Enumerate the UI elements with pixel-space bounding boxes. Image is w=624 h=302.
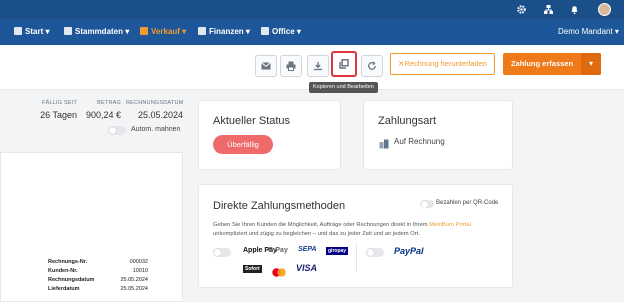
print-icon [286, 61, 296, 71]
nav-mandant[interactable]: Demo Mandant ▾ [558, 19, 619, 45]
nav-finanzen[interactable]: Finanzen ▾ [198, 19, 250, 45]
date-value: 25.05.2024 [137, 110, 183, 120]
mail-icon [261, 62, 271, 70]
giropay-logo: giropay [326, 247, 349, 255]
record-payment-button[interactable]: Zahlung erfassen [503, 53, 581, 75]
payment-toggle-1[interactable] [213, 248, 231, 257]
top-bar [0, 0, 624, 19]
payment-method-card [363, 100, 513, 170]
mail-button[interactable] [255, 55, 277, 77]
status-badge: Überfällig [213, 135, 273, 154]
due-value: 26 Tagen [40, 110, 77, 120]
person-icon [64, 27, 72, 35]
home-icon [14, 27, 22, 35]
portal-link[interactable]: MeinBüro Portal [429, 222, 471, 228]
bank-icon [198, 27, 206, 35]
google-pay-logo: G Pay [268, 247, 288, 254]
doc-value: 25.05.2024 [120, 277, 148, 283]
download-invoice-button[interactable]: ✕Rechnung herunterladen [390, 53, 495, 75]
sitemap-icon[interactable] [543, 4, 554, 15]
auto-reminder-label: Autom. mahnen [131, 126, 181, 133]
qr-code-toggle[interactable] [420, 200, 434, 208]
bank-icon [379, 136, 389, 154]
date-label: RECHNUNGSDATUM [126, 100, 184, 106]
doc-value: 10010 [132, 268, 148, 274]
print-button[interactable] [280, 55, 302, 77]
main-nav: Start ▾ Stammdaten ▾ Verkauf ▾ Finanzen … [0, 19, 624, 45]
doc-label: Kunden-Nr. [48, 268, 78, 274]
nav-office[interactable]: Office ▾ [261, 19, 301, 45]
bell-icon[interactable] [569, 4, 580, 15]
user-avatar[interactable] [598, 3, 611, 16]
nav-verkauf[interactable]: Verkauf ▾ [140, 19, 186, 45]
sepa-logo: SEPA [298, 246, 317, 253]
download-button[interactable] [307, 55, 329, 77]
payment-method-title: Zahlungsart [378, 115, 437, 127]
cart-icon [140, 27, 148, 35]
due-label: FÄLLIG SEIT [42, 100, 77, 106]
refresh-icon [368, 61, 376, 70]
gear-icon[interactable] [516, 4, 527, 15]
auto-reminder-toggle[interactable] [108, 126, 126, 135]
doc-label: Rechnungs-Nr. [48, 259, 88, 265]
office-icon [261, 27, 269, 35]
amount-value: 900,24 € [85, 110, 121, 120]
visa-logo: VISA [296, 263, 318, 273]
doc-value: 000032 [129, 259, 148, 265]
copy-edit-icon [339, 59, 349, 69]
payment-method-value: Auf Rechnung [394, 137, 445, 146]
chevron-down-icon[interactable]: ▾ [581, 53, 601, 75]
amount-label: BETRAG [97, 100, 121, 106]
copy-edit-button[interactable] [331, 51, 357, 77]
doc-label: Lieferdatum [48, 286, 80, 292]
download-icon [314, 62, 322, 71]
paypal-toggle[interactable] [366, 248, 384, 257]
tooltip: Kopieren und Bearbeiten [309, 82, 378, 93]
nav-start[interactable]: Start ▾ [14, 19, 49, 45]
paypal-logo: PayPal [394, 246, 424, 256]
refresh-button[interactable] [361, 55, 383, 77]
direct-payment-description: Geben Sie Ihren Kunden die Möglichkeit, … [213, 222, 471, 237]
divider [356, 244, 357, 272]
doc-label: Rechnungsdatum [48, 277, 95, 283]
doc-value: 25.05.2024 [120, 286, 148, 292]
direct-payment-title: Direkte Zahlungsmethoden [213, 200, 346, 212]
mastercard-logo [272, 264, 286, 277]
sofort-logo: Sofort [243, 265, 262, 273]
qr-code-label: Bezahlen per QR-Code [436, 200, 499, 206]
status-title: Aktueller Status [213, 115, 291, 127]
nav-stammdaten[interactable]: Stammdaten ▾ [64, 19, 129, 45]
